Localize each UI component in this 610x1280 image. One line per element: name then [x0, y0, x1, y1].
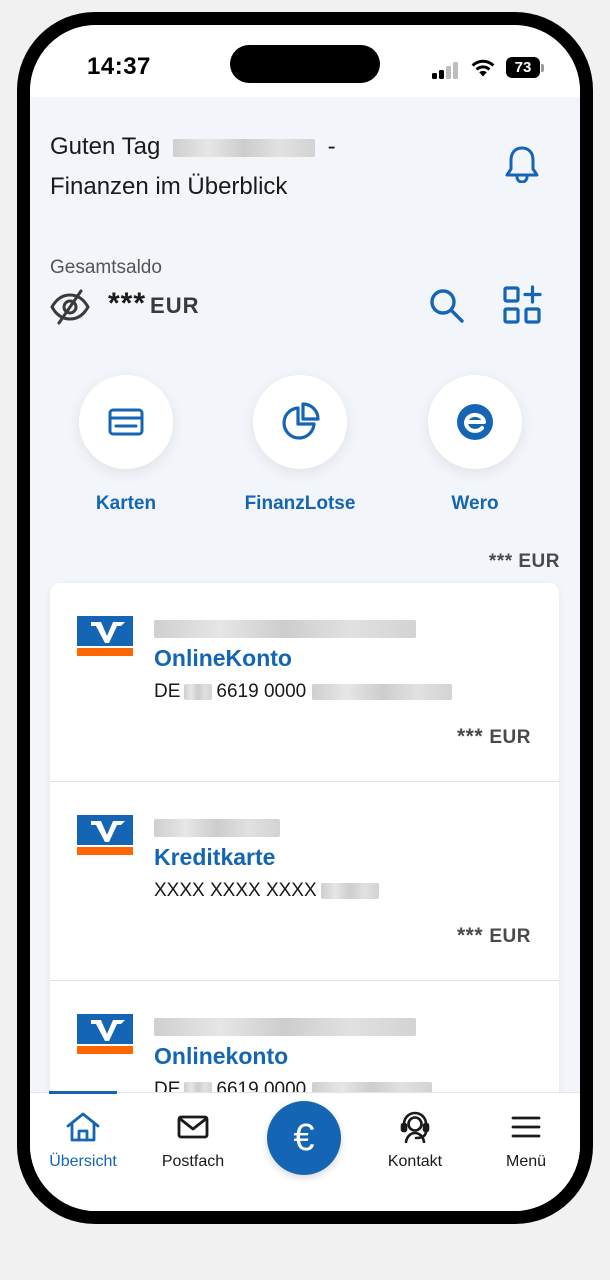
page-subtitle: Finanzen im Überblick	[50, 173, 288, 200]
nav-active-indicator	[49, 1091, 117, 1094]
mail-icon	[177, 1115, 209, 1139]
account-name: Kreditkarte	[154, 844, 276, 870]
quick-action-karten-circle[interactable]	[79, 375, 173, 469]
account-list: OnlineKonto DE 6619 0000 *** EUR Kreditk…	[50, 583, 559, 1180]
card-number-prefix: XXXX XXXX XXXX	[154, 880, 317, 901]
account-card-kreditkarte[interactable]: Kreditkarte XXXX XXXX XXXX *** EUR	[50, 782, 559, 981]
account-name: Onlinekonto	[154, 1043, 289, 1069]
euro-icon[interactable]: €	[267, 1101, 341, 1175]
signal-icon	[432, 61, 460, 79]
bottom-nav: Übersicht Postfach € Kontakt Menü	[30, 1091, 580, 1211]
nav-item-label: Übersicht	[49, 1153, 117, 1170]
nav-item-postfach[interactable]: Postfach	[143, 1111, 243, 1171]
total-balance: *** EUR	[488, 551, 560, 572]
greeting-prefix: Guten Tag	[50, 133, 161, 160]
quick-action-finanzlotse-label: FinanzLotse	[244, 493, 356, 514]
headset-icon	[400, 1111, 430, 1143]
status-bar: 14:37 73	[30, 25, 580, 97]
account-balance-amount: ***	[457, 725, 484, 748]
quick-action-wero[interactable]: Wero	[400, 375, 550, 515]
phone-frame: 14:37 73 Guten Tag - Finanzen im Überbli…	[17, 12, 593, 1224]
account-balance-currency: EUR	[489, 926, 531, 947]
saldo-value: *** EUR	[108, 287, 199, 321]
account-balance-currency: EUR	[489, 727, 531, 748]
nav-item-label: Kontakt	[387, 1153, 443, 1170]
wero-icon	[457, 404, 493, 440]
account-balance: *** EUR	[457, 725, 531, 749]
account-balance-amount: ***	[457, 924, 484, 947]
account-balance: *** EUR	[457, 924, 531, 948]
iban-prefix: DE	[154, 681, 181, 702]
menu-icon	[511, 1116, 541, 1138]
iban-redacted	[184, 683, 213, 700]
nav-item-menue[interactable]: Menü	[476, 1111, 576, 1171]
quick-action-karten-label: Karten	[95, 493, 157, 514]
volksbank-logo-icon	[77, 1014, 133, 1054]
eye-off-icon[interactable]	[50, 289, 90, 325]
grid-add-icon[interactable]	[502, 285, 542, 325]
user-name-redacted	[172, 138, 315, 157]
quick-action-finanzlotse-circle[interactable]	[253, 375, 347, 469]
wifi-icon	[471, 59, 495, 77]
card-number-redacted	[320, 882, 379, 899]
screen: 14:37 73 Guten Tag - Finanzen im Überbli…	[30, 25, 580, 1211]
greeting-suffix: -	[327, 133, 336, 160]
nav-item-label: Menü	[505, 1153, 547, 1170]
saldo-label: Gesamtsaldo	[50, 257, 162, 278]
quick-action-wero-label: Wero	[451, 493, 499, 514]
iban-middle: 6619 0000	[216, 681, 307, 702]
saldo-currency: EUR	[150, 293, 200, 318]
account-iban: DE 6619 0000	[154, 681, 453, 703]
card-number: XXXX XXXX XXXX	[154, 880, 379, 902]
search-icon[interactable]	[428, 287, 466, 325]
iban-redacted-end	[312, 683, 453, 700]
quick-action-finanzlotse[interactable]: FinanzLotse	[225, 375, 375, 515]
dynamic-island	[230, 45, 380, 83]
quick-action-karten[interactable]: Karten	[51, 375, 201, 515]
app-content: Guten Tag - Finanzen im Überblick Gesamt…	[30, 97, 580, 1211]
home-icon	[66, 1112, 100, 1142]
account-owner-redacted	[154, 1018, 416, 1036]
battery-icon: 73	[506, 57, 540, 78]
card-icon	[108, 408, 144, 436]
saldo-amount: ***	[108, 287, 147, 320]
account-card-onlinekonto[interactable]: OnlineKonto DE 6619 0000 *** EUR	[50, 583, 559, 782]
account-owner-redacted	[154, 819, 280, 837]
pie-chart-icon	[282, 402, 320, 440]
volksbank-logo-icon	[77, 815, 133, 855]
status-time: 14:37	[87, 53, 151, 80]
greeting-line: Guten Tag -	[50, 127, 336, 167]
account-name: OnlineKonto	[154, 645, 292, 671]
account-owner-redacted	[154, 620, 416, 638]
greeting: Guten Tag - Finanzen im Überblick	[50, 127, 336, 207]
nav-item-kontakt[interactable]: Kontakt	[365, 1111, 465, 1171]
nav-item-uebersicht[interactable]: Übersicht	[33, 1111, 133, 1171]
volksbank-logo-icon	[77, 616, 133, 656]
quick-action-wero-circle[interactable]	[428, 375, 522, 469]
bell-icon[interactable]	[504, 145, 540, 183]
battery-cap	[541, 64, 544, 72]
nav-item-label: Postfach	[161, 1153, 225, 1170]
